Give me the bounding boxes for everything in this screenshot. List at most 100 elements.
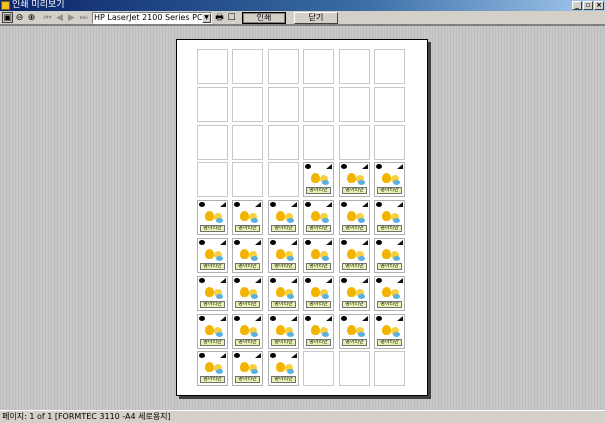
corner-icon (326, 278, 332, 283)
corner-icon (362, 316, 368, 321)
label-tag-text: 병아리반 (306, 187, 331, 194)
chick-icon (276, 323, 294, 337)
label-cell (339, 49, 370, 84)
zoom-in-icon[interactable]: ⊕ (26, 12, 37, 23)
label-cell: 병아리반 (232, 238, 263, 273)
label-cell: 병아리반 (303, 276, 334, 311)
corner-icon (220, 240, 226, 245)
label-cell: 병아리반 (197, 200, 228, 235)
corner-icon (397, 202, 403, 207)
badge-icon (341, 278, 347, 283)
label-cell: 병아리반 (339, 200, 370, 235)
label-tag-text: 병아리반 (342, 339, 367, 346)
label-cell: 병아리반 (268, 200, 299, 235)
close-icon[interactable]: × (594, 1, 604, 10)
badge-icon (199, 202, 205, 207)
label-cell: 병아리반 (374, 276, 405, 311)
print-button[interactable]: 인쇄 (242, 11, 286, 24)
corner-icon (255, 353, 261, 358)
chick-icon (276, 285, 294, 299)
next-page-icon[interactable]: ▶ (66, 12, 77, 23)
corner-icon (255, 278, 261, 283)
label-tag-text: 병아리반 (200, 339, 225, 346)
maximize-icon[interactable]: ▫ (583, 1, 593, 10)
printer-icon[interactable]: 🖶 (214, 12, 225, 23)
badge-icon (270, 316, 276, 321)
chick-icon (205, 360, 223, 374)
chick-icon (347, 171, 365, 185)
corner-icon (362, 202, 368, 207)
chick-icon (205, 247, 223, 261)
toolbar: ▣ ⊖ ⊕ ⏮ ◀ ▶ ⏭ HP LaserJet 2100 Series PC… (0, 11, 605, 25)
label-tag-text: 병아리반 (271, 263, 296, 270)
label-cell: 병아리반 (268, 238, 299, 273)
app-icon (1, 1, 10, 10)
label-cell (232, 87, 263, 122)
label-cell (197, 87, 228, 122)
label-tag-text: 병아리반 (200, 376, 225, 383)
label-tag-text: 병아리반 (235, 339, 260, 346)
label-tag-text: 병아리반 (342, 301, 367, 308)
badge-icon (199, 316, 205, 321)
label-tag-text: 병아리반 (377, 225, 402, 232)
last-page-icon[interactable]: ⏭ (78, 12, 89, 23)
badge-icon (341, 202, 347, 207)
first-page-icon[interactable]: ⏮ (42, 12, 53, 23)
label-cell: 병아리반 (197, 314, 228, 349)
label-cell: 병아리반 (339, 276, 370, 311)
label-cell (339, 125, 370, 160)
label-tag-text: 병아리반 (342, 225, 367, 232)
label-cell: 병아리반 (268, 351, 299, 386)
label-cell (268, 49, 299, 84)
label-tag-text: 병아리반 (377, 263, 402, 270)
zoom-out-icon[interactable]: ⊖ (14, 12, 25, 23)
badge-icon (234, 316, 240, 321)
chick-icon (240, 209, 258, 223)
label-cell (197, 125, 228, 160)
close-button[interactable]: 닫기 (294, 11, 338, 24)
label-cell (374, 125, 405, 160)
label-tag-text: 병아리반 (377, 301, 402, 308)
corner-icon (326, 240, 332, 245)
badge-icon (305, 278, 311, 283)
badge-icon (341, 164, 347, 169)
preview-area[interactable]: 병아리반 병아리반 병아리반 병아리반 병아리반 병아리반 병아리반 병아리반 병아리반 병아리반… (0, 26, 605, 410)
window-controls: _ ▫ × (572, 1, 604, 10)
label-cell: 병아리반 (339, 238, 370, 273)
minimize-icon[interactable]: _ (572, 1, 582, 10)
label-tag-text: 병아리반 (377, 187, 402, 194)
label-cell (303, 351, 334, 386)
label-cell (232, 49, 263, 84)
corner-icon (291, 278, 297, 283)
chick-icon (311, 285, 329, 299)
label-tag-text: 병아리반 (271, 225, 296, 232)
corner-icon (397, 240, 403, 245)
label-tag-text: 병아리반 (342, 187, 367, 194)
prev-page-icon[interactable]: ◀ (54, 12, 65, 23)
badge-icon (234, 240, 240, 245)
label-cell: 병아리반 (197, 238, 228, 273)
chick-icon (311, 171, 329, 185)
label-cell (197, 49, 228, 84)
corner-icon (220, 202, 226, 207)
chick-icon (382, 171, 400, 185)
chick-icon (276, 247, 294, 261)
corner-icon (291, 353, 297, 358)
printer-select-value: HP LaserJet 2100 Series PCL 6 (94, 12, 202, 22)
label-tag-text: 병아리반 (306, 225, 331, 232)
corner-icon (326, 316, 332, 321)
window-title: 인쇄 미리보기 (12, 0, 65, 10)
printer-select[interactable]: HP LaserJet 2100 Series PCL 6 ▼ (92, 11, 212, 24)
label-tag-text: 병아리반 (200, 301, 225, 308)
fit-page-icon[interactable]: ▣ (2, 12, 13, 23)
label-cell: 병아리반 (339, 314, 370, 349)
label-cell (303, 87, 334, 122)
chevron-down-icon[interactable]: ▼ (202, 12, 211, 23)
corner-icon (291, 240, 297, 245)
page-setup-icon[interactable]: ☐ (226, 12, 237, 23)
corner-icon (220, 278, 226, 283)
chick-icon (382, 323, 400, 337)
corner-icon (397, 278, 403, 283)
label-cell: 병아리반 (303, 314, 334, 349)
chick-icon (311, 323, 329, 337)
